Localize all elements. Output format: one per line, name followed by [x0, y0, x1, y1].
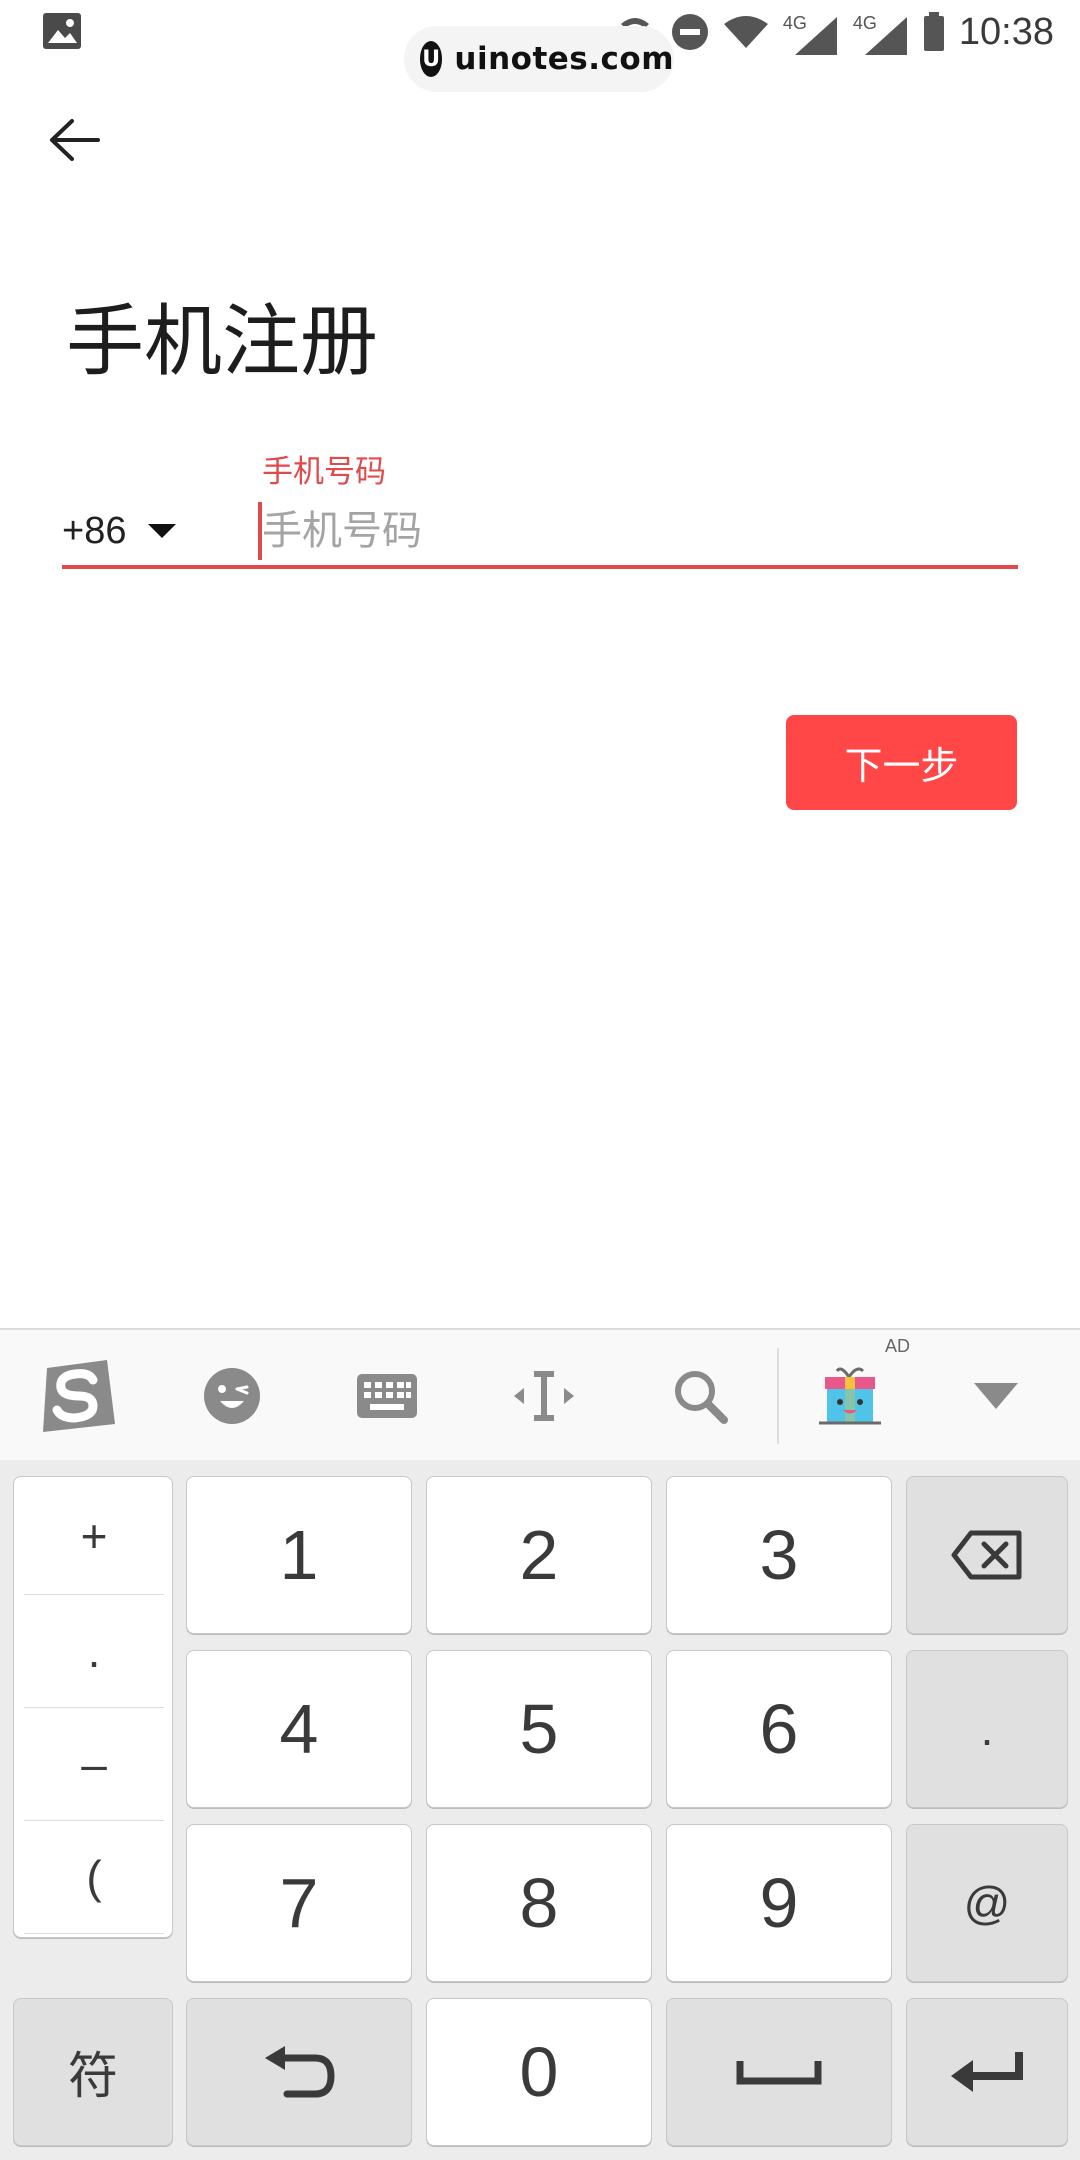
back-button[interactable]: [38, 104, 110, 176]
dot-key[interactable]: .: [906, 1650, 1068, 1808]
arrow-left-icon: [50, 119, 100, 161]
gallery-notification-icon: [43, 13, 81, 49]
clock: 10:38: [958, 10, 1054, 53]
status-icons: 4G 4G 10:38: [613, 0, 1054, 64]
symbol-key-plus[interactable]: +: [24, 1477, 164, 1595]
search-button[interactable]: [652, 1348, 748, 1444]
cursor-move-button[interactable]: [496, 1348, 592, 1444]
collapse-keyboard-icon: [974, 1383, 1018, 1409]
gift-ad-button[interactable]: AD: [802, 1336, 910, 1444]
dropdown-triangle-icon: [148, 524, 177, 538]
key-3[interactable]: 3: [666, 1476, 892, 1634]
key-6[interactable]: 6: [666, 1650, 892, 1808]
watermark-text: uinotes.com: [454, 41, 674, 77]
key-8[interactable]: 8: [426, 1824, 652, 1982]
phone-number-input[interactable]: [258, 498, 1016, 564]
key-4[interactable]: 4: [186, 1650, 412, 1808]
ad-tag: AD: [884, 1336, 910, 1356]
wifi-icon: [723, 16, 768, 48]
do-not-disturb-icon: [671, 14, 708, 50]
at-key[interactable]: @: [906, 1824, 1068, 1982]
phone-field-label: 手机号码: [262, 454, 386, 490]
sogou-logo-icon: [43, 1360, 115, 1432]
symbol-switch-key[interactable]: 符: [13, 1998, 173, 2146]
emoji-icon: [204, 1368, 260, 1424]
key-7[interactable]: 7: [186, 1824, 412, 1982]
toolbar-divider: [777, 1348, 779, 1444]
signal-icon: [864, 17, 907, 55]
battery-icon: [923, 12, 944, 51]
collapse-keyboard-button[interactable]: [948, 1348, 1044, 1444]
country-code-select[interactable]: +86: [62, 500, 192, 562]
key-9[interactable]: 9: [666, 1824, 892, 1982]
key-5[interactable]: 5: [426, 1650, 652, 1808]
next-step-button[interactable]: 下一步: [786, 715, 1017, 810]
undo-arrow-icon: [265, 2046, 335, 2098]
text-cursor: [258, 502, 262, 560]
search-icon: [675, 1371, 728, 1424]
signal-icon: [794, 17, 837, 55]
symbol-column: + . – (: [13, 1476, 173, 1938]
gift-icon: [819, 1367, 881, 1425]
country-code-value: +86: [62, 509, 127, 552]
page-title: 手机注册: [66, 297, 379, 387]
symbol-switch-label: 符: [68, 2047, 118, 2105]
key-0[interactable]: 0: [426, 1998, 652, 2146]
symbol-key-period[interactable]: .: [24, 1595, 164, 1708]
key-2[interactable]: 2: [426, 1476, 652, 1634]
enter-icon: [951, 2052, 1023, 2092]
return-back-key[interactable]: [186, 1998, 412, 2146]
symbol-key-paren[interactable]: (: [24, 1821, 164, 1934]
input-underline: [62, 565, 1018, 569]
backspace-icon: [951, 1530, 1022, 1580]
keyboard-switch-button[interactable]: [339, 1348, 435, 1444]
watermark-badge: U uinotes.com: [404, 26, 674, 92]
sogou-menu-button[interactable]: [29, 1348, 125, 1444]
key-1[interactable]: 1: [186, 1476, 412, 1634]
space-bar-icon: [736, 2061, 822, 2085]
cursor-move-icon: [514, 1371, 574, 1421]
signal-1: 4G: [783, 7, 839, 57]
symbol-key-dash[interactable]: –: [24, 1708, 164, 1821]
enter-key[interactable]: [906, 1998, 1068, 2146]
ime-toolbar: AD: [0, 1328, 1080, 1460]
signal-2: 4G: [853, 7, 909, 57]
numeric-keyboard: + . – ( 1 2 3 4 5 6 . 7 8 9 @ 符 0: [0, 1460, 1080, 2160]
keyboard-icon: [357, 1374, 417, 1418]
space-key[interactable]: [666, 1998, 892, 2146]
emoji-button[interactable]: [184, 1348, 280, 1444]
backspace-key[interactable]: [906, 1476, 1068, 1634]
watermark-logo-icon: U: [420, 41, 443, 77]
